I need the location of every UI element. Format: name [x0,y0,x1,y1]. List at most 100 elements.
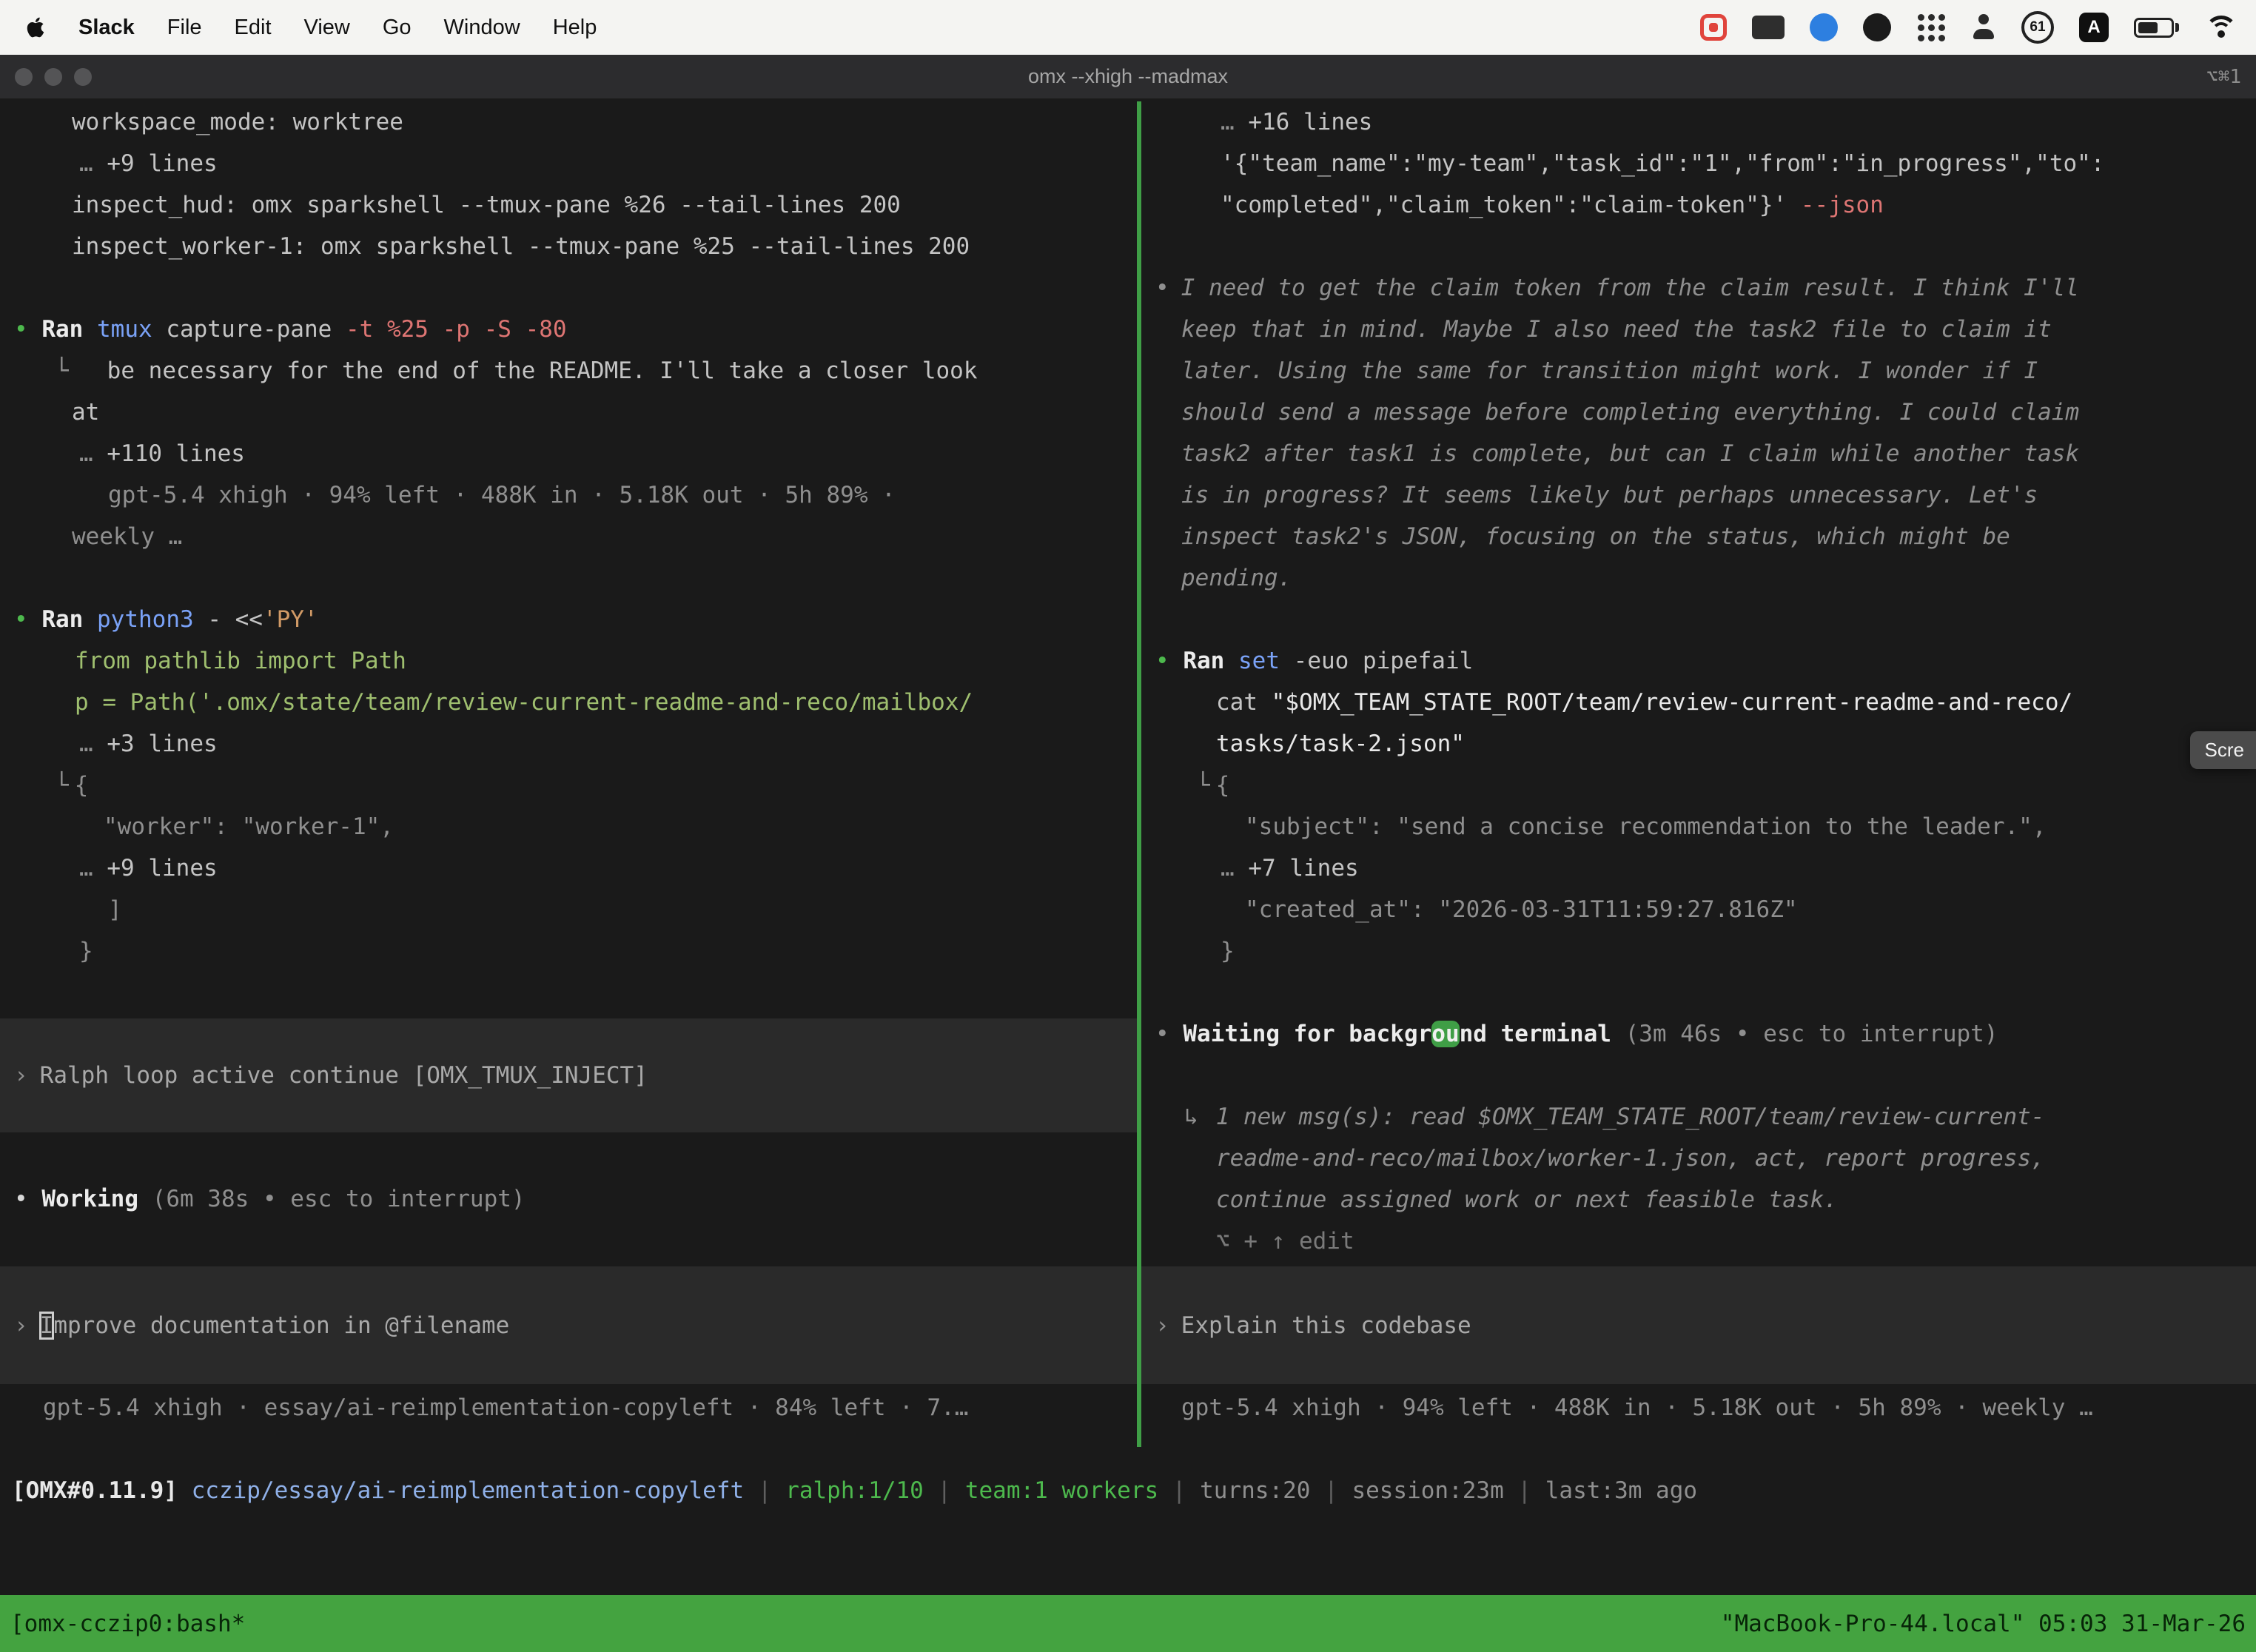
working-status-line: • Working (6m 38s • esc to interrupt) [0,1178,1137,1220]
terminal-line: } [0,930,1137,972]
terminal-line: … +16 lines [1141,101,2256,143]
left-terminal-pane[interactable]: workspace_mode: worktree … +9 lines insp… [0,101,1137,1447]
thinking-line: keep that in mind. Maybe I also need the… [1141,309,2256,350]
tmux-status-bar: [omx-cczip0:bash* "MacBook-Pro-44.local"… [0,1595,2256,1652]
bullet-icon: • [1155,648,1169,674]
screen-capture-overlay: Scre [2190,731,2256,769]
blue-app-icon[interactable] [1810,13,1838,41]
terminal-window: workspace_mode: worktree … +9 lines insp… [0,98,2256,1652]
menu-item-file[interactable]: File [167,16,202,40]
output-tick-icon: └ [55,357,69,384]
terminal-line: └{ [1141,765,2256,806]
bullet-icon: • [1155,1021,1169,1047]
tmux-session-window: [omx-cczip0:bash* [10,1611,245,1637]
omx-version: [OMX#0.11.9] [12,1477,178,1504]
keyboard-icon[interactable] [1752,16,1785,39]
bullet-icon: • [14,606,28,633]
dark-app-icon[interactable] [1863,13,1891,41]
terminal-line: '{"team_name":"my-team","task_id":"1","f… [1141,143,2256,184]
menu-item-edit[interactable]: Edit [235,16,272,40]
prompt-input[interactable]: Improve documentation in @filename [40,1312,510,1339]
omx-status-line: [OMX#0.11.9] cczip/essay/ai-reimplementa… [12,1470,1697,1511]
omx-turns: turns:20 [1200,1477,1310,1504]
user-silhouette-icon[interactable] [1971,13,1996,42]
menu-bar-left: Slack File Edit View Go Window Help [0,16,597,40]
menu-item-slack[interactable]: Slack [78,16,135,40]
spinner-highlight: ou [1431,1021,1459,1047]
terminal-line: workspace_mode: worktree [0,101,1137,143]
terminal-line: from pathlib import Path [0,640,1137,682]
terminal-line [1141,599,2256,640]
bullet-icon: • [1155,275,1169,301]
window-title-bar[interactable]: omx --xhigh --madmax ⌥⌘1 [0,55,2256,98]
terminal-line [1141,972,2256,1013]
menu-bar: Slack File Edit View Go Window Help 61 A [0,0,2256,55]
circular-badge[interactable]: 61 [2021,11,2054,44]
terminal-line [1141,226,2256,267]
terminal-line: … +110 lines [0,433,1137,474]
message-line: readme-and-reco/mailbox/worker-1.json, a… [1141,1138,2256,1179]
terminal-line: … +9 lines [0,143,1137,184]
chevron-icon: › [14,1062,28,1089]
thinking-line: inspect task2's JSON, focusing on the st… [1141,516,2256,557]
bullet-icon: • [14,316,28,343]
message-line: ↳1 new msg(s): read $OMX_TEAM_STATE_ROOT… [1141,1096,2256,1138]
prompt-bar[interactable]: › Improve documentation in @filename [0,1266,1137,1384]
window-title: omx --xhigh --madmax [0,65,2256,88]
output-tick-icon: └ [55,772,69,799]
screen-recording-indicator-icon[interactable] [1700,14,1727,41]
terminal-line: } [1141,930,2256,972]
menu-item-help[interactable]: Help [553,16,597,40]
omx-ralph-counter: ralph:1/10 [785,1477,924,1504]
terminal-line [1141,1055,2256,1096]
prompt-chevron-icon: › [1155,1312,1169,1339]
terminal-line: at [0,392,1137,433]
apple-menu-icon[interactable] [25,16,46,39]
pane-footer-stats: gpt-5.4 xhigh · essay/ai-reimplementatio… [0,1387,1137,1428]
output-tick-icon: └ [1196,772,1210,799]
terminal-line: inspect_hud: omx sparkshell --tmux-pane … [0,184,1137,226]
thinking-line: •I need to get the claim token from the … [1141,267,2256,309]
waiting-status-line: • Waiting for background terminal (3m 46… [1141,1013,2256,1055]
menu-item-window[interactable]: Window [444,16,520,40]
tmux-host-clock: "MacBook-Pro-44.local" 05:03 31-Mar-26 [1721,1611,2246,1637]
terminal-line: "worker": "worker-1", [0,806,1137,847]
wifi-icon[interactable] [2204,16,2238,39]
bullet-icon: • [14,1186,28,1212]
ran-command-line: • Ran tmux capture-pane -t %25 -p -S -80 [0,309,1137,350]
menu-item-view[interactable]: View [304,16,350,40]
prompt-chevron-icon: › [14,1312,28,1339]
thinking-line: should send a message before completing … [1141,392,2256,433]
terminal-line: "subject": "send a concise recommendatio… [1141,806,2256,847]
prompt-input[interactable]: Explain this codebase [1181,1312,1471,1339]
omx-session-time: session:23m [1352,1477,1503,1504]
ran-command-line: • Ran set -euo pipefail [1141,640,2256,682]
terminal-line: "completed","claim_token":"claim-token"}… [1141,184,2256,226]
terminal-line: tasks/task-2.json" [1141,723,2256,765]
right-terminal-pane[interactable]: … +16 lines '{"team_name":"my-team","tas… [1141,101,2256,1447]
terminal-line: … +9 lines [0,847,1137,889]
terminal-line: inspect_worker-1: omx sparkshell --tmux-… [0,226,1137,267]
edit-hint-line: ⌥ + ↑ edit [1141,1220,2256,1262]
terminal-line: ] [0,889,1137,930]
return-arrow-icon: ↳ [1184,1104,1198,1130]
pane-footer-stats: gpt-5.4 xhigh · 94% left · 488K in · 5.1… [1141,1387,2256,1428]
terminal-line [0,267,1137,309]
prompt-bar[interactable]: › Explain this codebase [1141,1266,2256,1384]
menu-bar-status-icons: 61 A [1700,11,2256,44]
text-cursor: I [40,1312,54,1339]
message-line: continue assigned work or next feasible … [1141,1179,2256,1220]
terminal-line: cat "$OMX_TEAM_STATE_ROOT/team/review-cu… [1141,682,2256,723]
terminal-line: p = Path('.omx/state/team/review-current… [0,682,1137,723]
terminal-line: … +7 lines [1141,847,2256,889]
terminal-line: weekly … [0,516,1137,557]
thinking-line: is in progress? It seems likely but perh… [1141,474,2256,516]
terminal-line: └be necessary for the end of the README.… [0,350,1137,392]
menu-item-go[interactable]: Go [383,16,412,40]
input-source-icon[interactable]: A [2079,13,2109,42]
battery-icon[interactable] [2134,18,2179,38]
ran-command-line: • Ran python3 - <<'PY' [0,599,1137,640]
terminal-line: └{ [0,765,1137,806]
omx-last-activity: last:3m ago [1545,1477,1697,1504]
dots-grid-icon[interactable] [1916,13,1946,42]
